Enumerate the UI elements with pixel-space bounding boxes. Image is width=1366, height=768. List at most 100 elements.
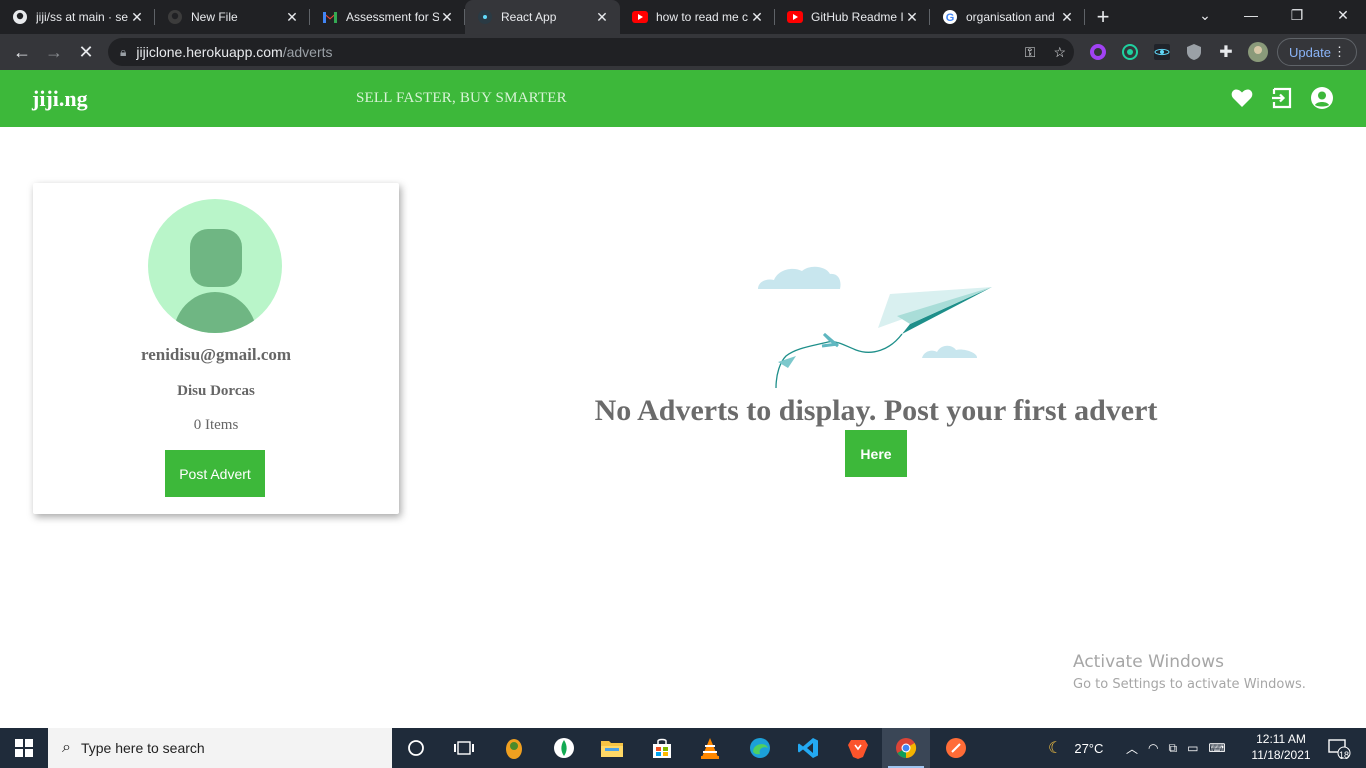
browser-tab-active[interactable]: React App ✕	[465, 0, 620, 34]
chevron-up-icon[interactable]: ︿	[1126, 740, 1138, 757]
browser-tab[interactable]: New File ✕	[155, 0, 310, 34]
browser-tab-strip: jiji/ss at main · se ✕ New File ✕ Assess…	[0, 0, 1366, 34]
extension-icon[interactable]	[1084, 38, 1112, 66]
url-path: /adverts	[282, 44, 333, 60]
task-view-icon[interactable]	[440, 728, 488, 768]
github-icon	[167, 9, 183, 25]
activate-windows-title: Activate Windows	[1073, 652, 1224, 672]
browser-toolbar: ← → ✕ 🔒︎ jijiclone.herokuapp.com/adverts…	[0, 34, 1366, 70]
close-icon[interactable]: ✕	[439, 9, 455, 26]
tagline: SELL FASTER, BUY SMARTER	[356, 90, 567, 106]
taskbar-search-placeholder: Type here to search	[80, 740, 205, 756]
tab-title: jiji/ss at main · se	[36, 10, 129, 24]
key-icon[interactable]: ⚿	[1025, 44, 1036, 61]
clock-time: 12:11 AM	[1256, 732, 1306, 746]
search-icon: ⌕	[62, 739, 71, 756]
edge-icon[interactable]	[736, 728, 784, 768]
taskbar: ⌕ Type here to search ☾ 27°C ︿ ◠ ⧉ ▭ ⌨ 1…	[0, 728, 1366, 768]
tab-search-icon[interactable]: ⌄	[1182, 0, 1228, 30]
github-icon	[12, 9, 28, 25]
postman-icon[interactable]	[932, 728, 980, 768]
bookmark-star-icon[interactable]: ☆	[1053, 44, 1066, 61]
profile-email: renidisu@gmail.com	[140, 345, 292, 364]
file-explorer-icon[interactable]	[588, 728, 636, 768]
browser-tab[interactable]: G organisation and ✕	[930, 0, 1085, 34]
tab-title: React App	[501, 10, 557, 24]
here-button[interactable]: Here	[845, 430, 907, 477]
network-icon[interactable]: ⧉	[1169, 741, 1178, 756]
app-header: jiji.ng SELL FASTER, BUY SMARTER	[0, 70, 1366, 127]
browser-tab[interactable]: Assessment for S ✕	[310, 0, 465, 34]
update-label: Update	[1289, 44, 1331, 60]
back-icon[interactable]: ←	[6, 36, 38, 68]
window-close-icon[interactable]: ✕	[1320, 0, 1366, 30]
close-icon[interactable]: ✕	[129, 9, 145, 26]
tab-title: New File	[191, 10, 238, 24]
temperature: 27°C	[1074, 740, 1104, 756]
more-icon: ⋮	[1333, 44, 1346, 59]
mongodb-compass-icon[interactable]	[540, 728, 588, 768]
taskbar-search-input[interactable]: ⌕ Type here to search	[48, 728, 392, 768]
browser-tab[interactable]: how to read me c ✕	[620, 0, 775, 34]
taskbar-clock[interactable]: 12:11 AM 11/18/2021	[1248, 731, 1314, 763]
avatar	[148, 199, 282, 333]
react-devtools-icon[interactable]	[1148, 38, 1176, 66]
forward-icon[interactable]: →	[38, 36, 70, 68]
minimize-icon[interactable]: —	[1228, 0, 1274, 30]
tab-title: Assessment for S	[346, 10, 439, 24]
system-tray: ︿ ◠ ⧉ ▭ ⌨	[1126, 728, 1226, 768]
vlc-icon[interactable]	[686, 728, 734, 768]
battery-icon[interactable]: ▭	[1187, 741, 1198, 755]
profile-card: renidisu@gmail.com Disu Dorcas 0 Items P…	[33, 183, 399, 514]
address-bar[interactable]: 🔒︎ jijiclone.herokuapp.com/adverts ⚿ ☆	[108, 38, 1074, 66]
brand-logo[interactable]: jiji.ng	[32, 86, 88, 112]
youtube-icon	[787, 9, 803, 25]
close-icon[interactable]: ✕	[1059, 9, 1075, 26]
moon-icon: ☾	[1048, 740, 1063, 757]
empty-state-message: No Adverts to display. Post your first a…	[594, 394, 1158, 427]
post-advert-button[interactable]: Post Advert	[165, 450, 265, 497]
tab-title: how to read me c	[656, 10, 749, 24]
sign-out-icon[interactable]	[1270, 86, 1294, 110]
shield-icon[interactable]	[1180, 38, 1208, 66]
chrome-icon[interactable]	[882, 728, 930, 768]
new-tab-button[interactable]: +	[1085, 0, 1121, 34]
notification-count: 18	[1339, 750, 1350, 760]
user-circle-icon[interactable]	[1310, 86, 1334, 110]
youtube-icon	[632, 9, 648, 25]
extension-icon[interactable]	[1116, 38, 1144, 66]
brave-icon[interactable]	[834, 728, 882, 768]
update-button[interactable]: Update ⋮	[1277, 38, 1357, 66]
tab-title: organisation and	[966, 10, 1055, 24]
react-icon	[477, 9, 493, 25]
browser-tab[interactable]: GitHub Readme I ✕	[775, 0, 930, 34]
activate-windows-subtitle: Go to Settings to activate Windows.	[1073, 677, 1306, 692]
close-icon[interactable]: ✕	[284, 9, 300, 26]
google-icon: G	[942, 9, 958, 25]
heart-icon[interactable]	[1230, 86, 1254, 110]
browser-tab[interactable]: jiji/ss at main · se ✕	[0, 0, 155, 34]
restore-icon[interactable]: ❐	[1274, 0, 1320, 30]
close-icon[interactable]: ✕	[749, 9, 765, 26]
items-count: 0 Items	[193, 417, 239, 433]
windows-start-icon[interactable]	[0, 728, 48, 768]
vscode-icon[interactable]	[784, 728, 832, 768]
close-icon[interactable]: ✕	[594, 9, 610, 26]
profile-name: Disu Dorcas	[177, 383, 255, 399]
fl-studio-icon[interactable]	[490, 728, 538, 768]
cortana-icon[interactable]	[392, 728, 440, 768]
paper-plane-illustration	[752, 258, 1002, 390]
microsoft-store-icon[interactable]	[638, 728, 686, 768]
avatar[interactable]	[1244, 38, 1272, 66]
lock-icon: 🔒︎	[120, 44, 127, 59]
tab-title: GitHub Readme I	[811, 10, 904, 24]
extensions-puzzle-icon[interactable]: ✚	[1212, 38, 1240, 66]
svg-text:G: G	[946, 12, 955, 24]
close-icon[interactable]: ✕	[904, 9, 920, 26]
weather-widget[interactable]: ☾ 27°C	[1048, 728, 1103, 768]
keyboard-icon[interactable]: ⌨	[1208, 741, 1225, 755]
gmail-icon	[322, 9, 338, 25]
wifi-icon[interactable]: ◠	[1148, 741, 1158, 755]
notification-center-icon[interactable]: 18	[1322, 728, 1356, 768]
stop-loading-icon[interactable]: ✕	[70, 36, 102, 68]
